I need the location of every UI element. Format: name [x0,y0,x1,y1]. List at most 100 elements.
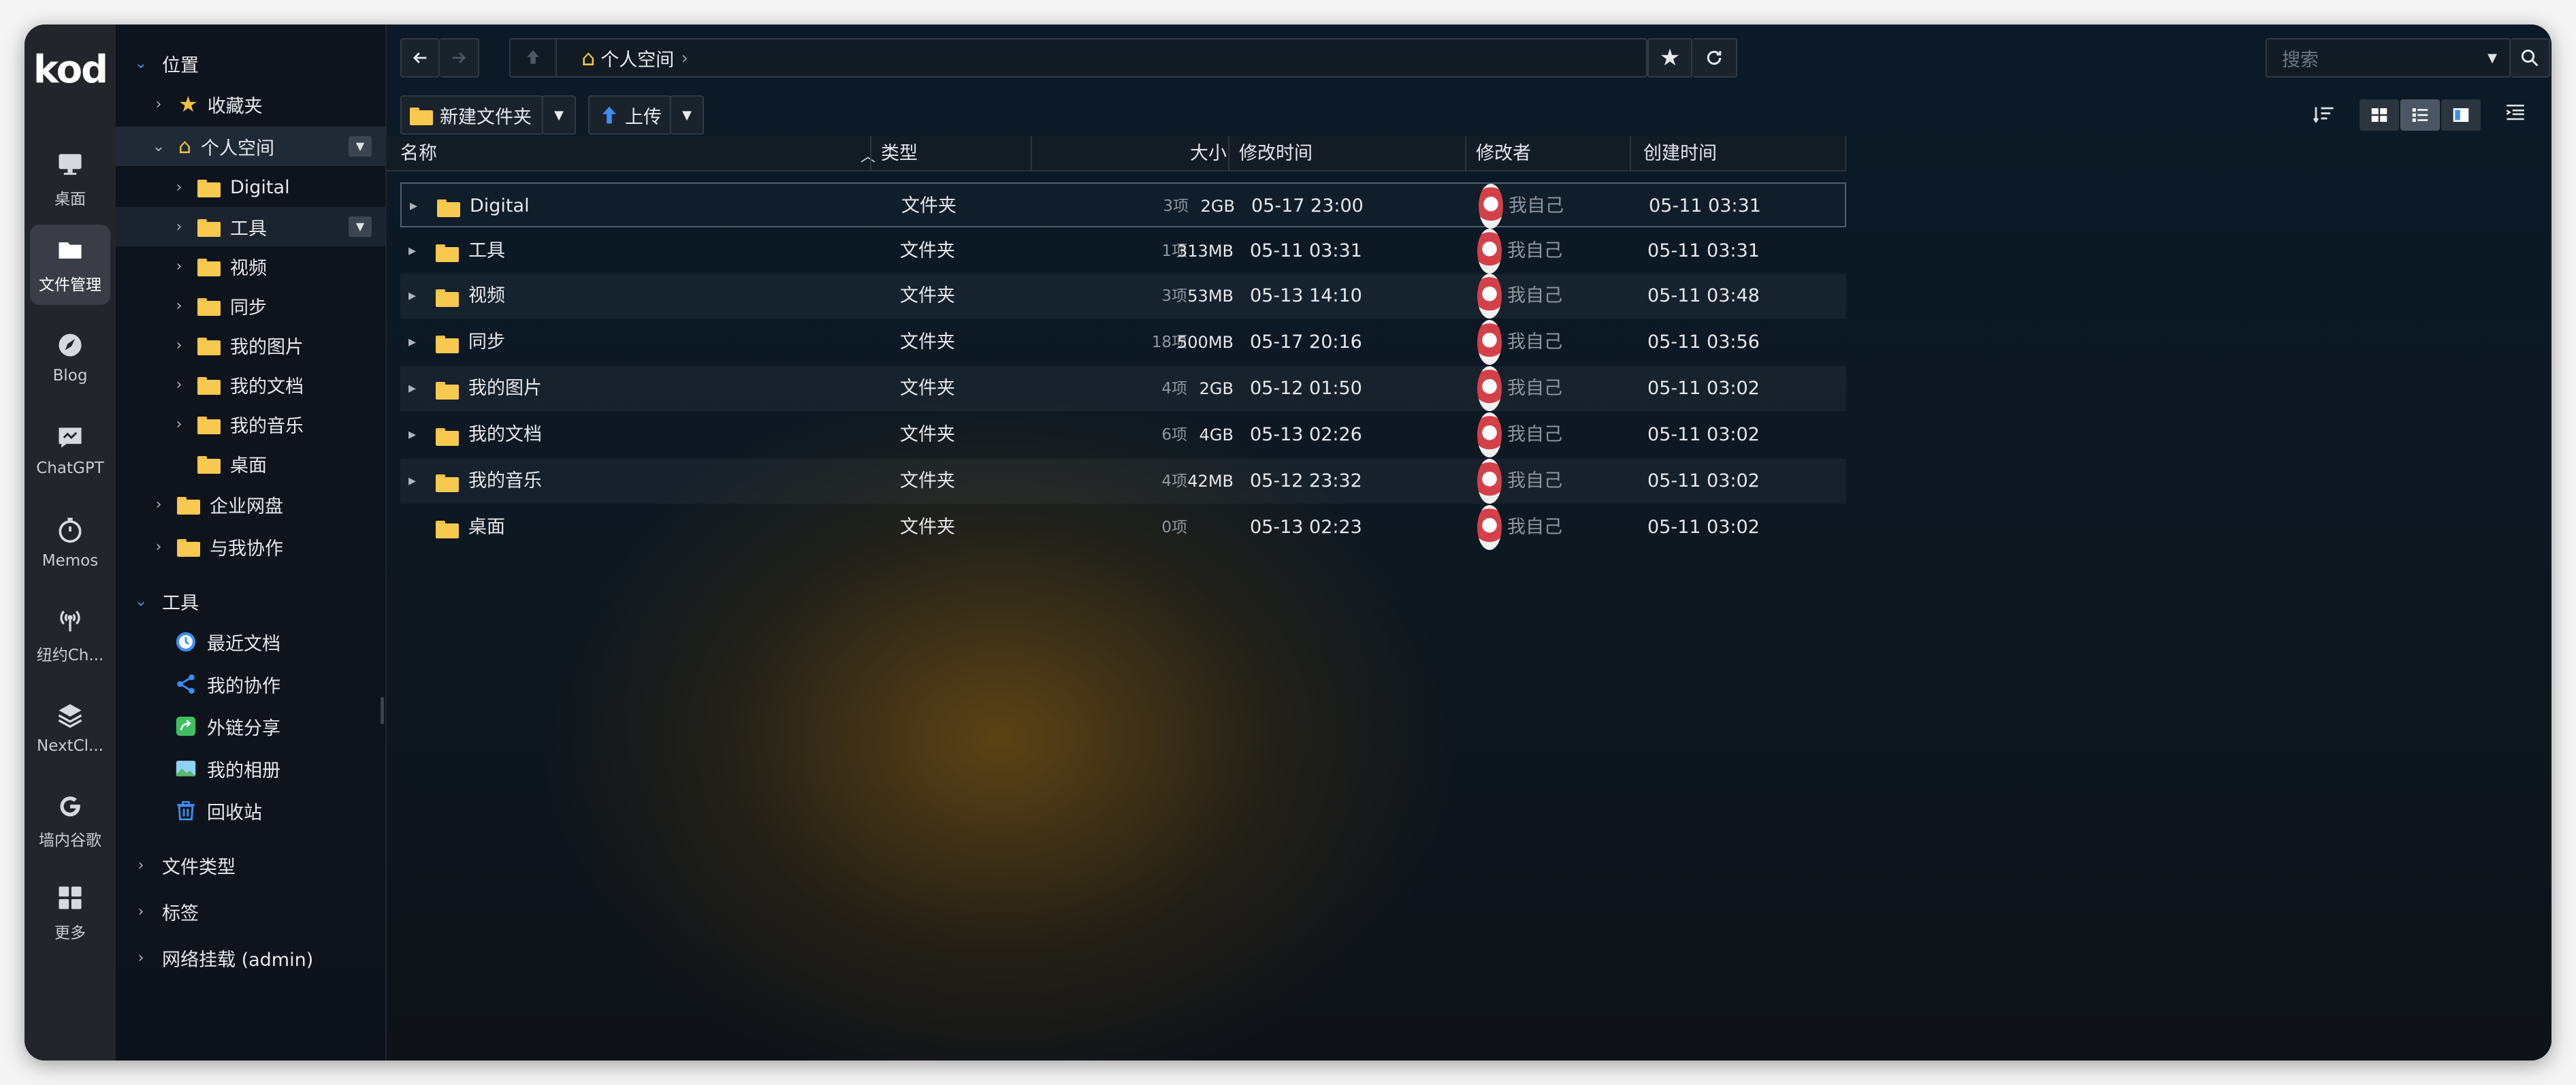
expand-icon[interactable]: ▸ [408,229,416,274]
detail-panel-button[interactable] [2504,101,2534,131]
new-folder-dropdown[interactable]: ▼ [542,95,576,135]
view-list-button[interactable] [2400,99,2440,131]
dropdown-icon[interactable]: ▼ [349,216,372,237]
column-size[interactable]: 大小 [1190,136,1227,172]
file-row[interactable]: ▸ Digital 文件夹 3项 2GB 05-17 23:00 我自己 05-… [400,182,1846,229]
column-divider[interactable] [1465,136,1466,172]
rail-item-google[interactable]: 墙内谷歌 [30,780,110,860]
tree-item-favorites[interactable]: › ★ 收藏夹 [116,84,385,124]
broadcast-icon [60,610,80,632]
chevron-right-icon[interactable]: › [132,950,150,967]
column-name[interactable]: 名称 [400,136,437,172]
refresh-button[interactable] [1692,38,1737,78]
rail-item-more[interactable]: 更多 [30,873,110,953]
parent-dir-button[interactable] [511,38,557,78]
file-row[interactable]: ▸ 同步 文件夹 18项 500MB 05-17 20:16 我自己 05-11… [400,320,1846,365]
new-folder-button[interactable]: 新建文件夹 [400,95,543,135]
chevron-down-icon[interactable]: ⌄ [132,593,150,610]
search-button[interactable] [2511,38,2550,78]
file-row[interactable]: ▸ 我的图片 文件夹 4项 2GB 05-12 01:50 我自己 05-11 … [400,366,1846,411]
tree-item-folder[interactable]: › 同步 [116,286,385,325]
tree-item-enterprise[interactable]: › 企业网盘 [116,485,385,524]
upload-button[interactable]: 上传 [588,95,671,135]
rail-item-chatgpt[interactable]: ChatGPT [30,410,110,490]
column-divider[interactable] [870,136,871,172]
tree-item-ext-share[interactable]: 外链分享 [116,707,385,746]
tree-section-location[interactable]: ⌄ 位置 [116,44,385,83]
file-row[interactable]: 桌面 文件夹 0项 05-13 02:23 我自己 05-11 03:02 [400,505,1846,550]
tree-item-folder[interactable]: › 工具 ▼ [116,207,385,246]
chevron-right-icon[interactable]: › [150,496,167,513]
caret-down-icon[interactable]: ▼ [2488,51,2497,65]
column-modified[interactable]: 修改时间 [1239,136,1313,172]
chevron-right-icon[interactable]: › [150,96,167,113]
chevron-right-icon[interactable]: › [170,297,188,314]
tree-item-album[interactable]: 我的相册 [116,749,385,788]
file-row[interactable]: ▸ 我的文档 文件夹 6项 4GB 05-13 02:26 我自己 05-11 … [400,412,1846,457]
column-created[interactable]: 创建时间 [1643,136,1717,172]
tree-item-folder[interactable]: › 我的图片 [116,325,385,365]
tree-item-folder[interactable]: › Digital [116,167,385,207]
tree-item-folder[interactable]: › 我的文档 [116,365,385,404]
chevron-right-icon[interactable]: › [170,337,188,354]
chevron-right-icon[interactable]: › [170,179,188,196]
column-type[interactable]: 类型 [881,136,918,172]
chevron-right-icon[interactable]: › [132,857,150,874]
expand-icon[interactable]: ▸ [408,320,416,365]
expand-icon[interactable]: ▸ [408,366,416,411]
expand-icon[interactable]: ▸ [408,459,416,504]
rail-item-nyc[interactable]: 纽约Ch... [30,595,110,675]
column-modifier[interactable]: 修改者 [1476,136,1531,172]
tree-section-network-mount[interactable]: › 网络挂载 (admin) [116,938,385,977]
tree-item-recent[interactable]: 最近文档 [116,622,385,662]
sort-asc-icon[interactable]: ︿ [860,144,875,166]
column-divider[interactable] [1031,136,1032,172]
chevron-right-icon[interactable]: › [150,538,167,555]
favorite-button[interactable]: ★ [1647,38,1692,78]
rail-item-blog[interactable]: Blog [30,317,110,398]
file-row[interactable]: ▸ 工具 文件夹 1项 313MB 05-11 03:31 我自己 05-11 … [400,229,1846,274]
column-divider[interactable] [1845,136,1846,172]
expand-icon[interactable]: ▸ [408,274,416,319]
tree-section-file-types[interactable]: › 文件类型 [116,845,385,885]
chevron-right-icon[interactable]: › [170,258,188,275]
upload-dropdown[interactable]: ▼ [670,95,704,135]
rail-item-nextcloud[interactable]: NextCl... [30,687,110,768]
sort-button[interactable] [2312,102,2339,129]
tree-section-tools[interactable]: ⌄ 工具 [116,581,385,621]
tree-item-my-collab[interactable]: 我的协作 [116,664,385,704]
file-row[interactable]: ▸ 视频 文件夹 3项 53MB 05-13 14:10 我自己 05-11 0… [400,274,1846,319]
column-divider[interactable] [1630,136,1631,172]
rail-item-file-manager[interactable]: 文件管理 [30,225,110,305]
column-divider[interactable] [1228,136,1229,172]
rail-item-memos[interactable]: Memos [30,502,110,583]
expand-icon[interactable]: ▸ [410,184,417,229]
search-input[interactable]: 搜索 ▼ [2266,38,2511,78]
expand-icon[interactable]: ▸ [408,412,416,457]
dropdown-icon[interactable]: ▼ [349,136,372,157]
forward-button[interactable] [440,38,479,78]
tree-item-folder[interactable]: › 桌面 [116,444,385,483]
rail-item-desktop[interactable]: 桌面 [30,139,110,219]
sidebar-resize-handle[interactable] [381,697,384,724]
breadcrumb-item[interactable]: 个人空间 [600,45,674,71]
chevron-right-icon[interactable]: › [170,376,188,393]
view-split-button[interactable] [2441,99,2481,131]
chevron-right-icon[interactable]: › [170,218,188,236]
tree-item-folder[interactable]: › 视频 [116,246,385,286]
chevron-down-icon[interactable]: ⌄ [150,138,167,155]
tree-item-folder[interactable]: › 我的音乐 [116,404,385,444]
chevron-right-icon[interactable]: › [132,903,150,920]
chevron-right-icon[interactable]: › [170,416,188,433]
back-button[interactable] [400,38,440,78]
rail-label: Memos [42,552,99,570]
app-logo[interactable]: kod [25,48,116,92]
tree-item-trash[interactable]: 回收站 [116,791,385,830]
file-row[interactable]: ▸ 我的音乐 文件夹 4项 42MB 05-12 23:32 我自己 05-11… [400,459,1846,504]
tree-item-personal-space[interactable]: ⌄ ⌂ 个人空间 ▼ [116,127,385,166]
chevron-down-icon[interactable]: ⌄ [132,55,150,72]
tree-item-shared[interactable]: › 与我协作 [116,527,385,566]
address-bar[interactable]: ⌂ 个人空间 › [509,38,1647,78]
view-icon-button[interactable] [2360,99,2399,131]
tree-section-tags[interactable]: › 标签 [116,892,385,931]
